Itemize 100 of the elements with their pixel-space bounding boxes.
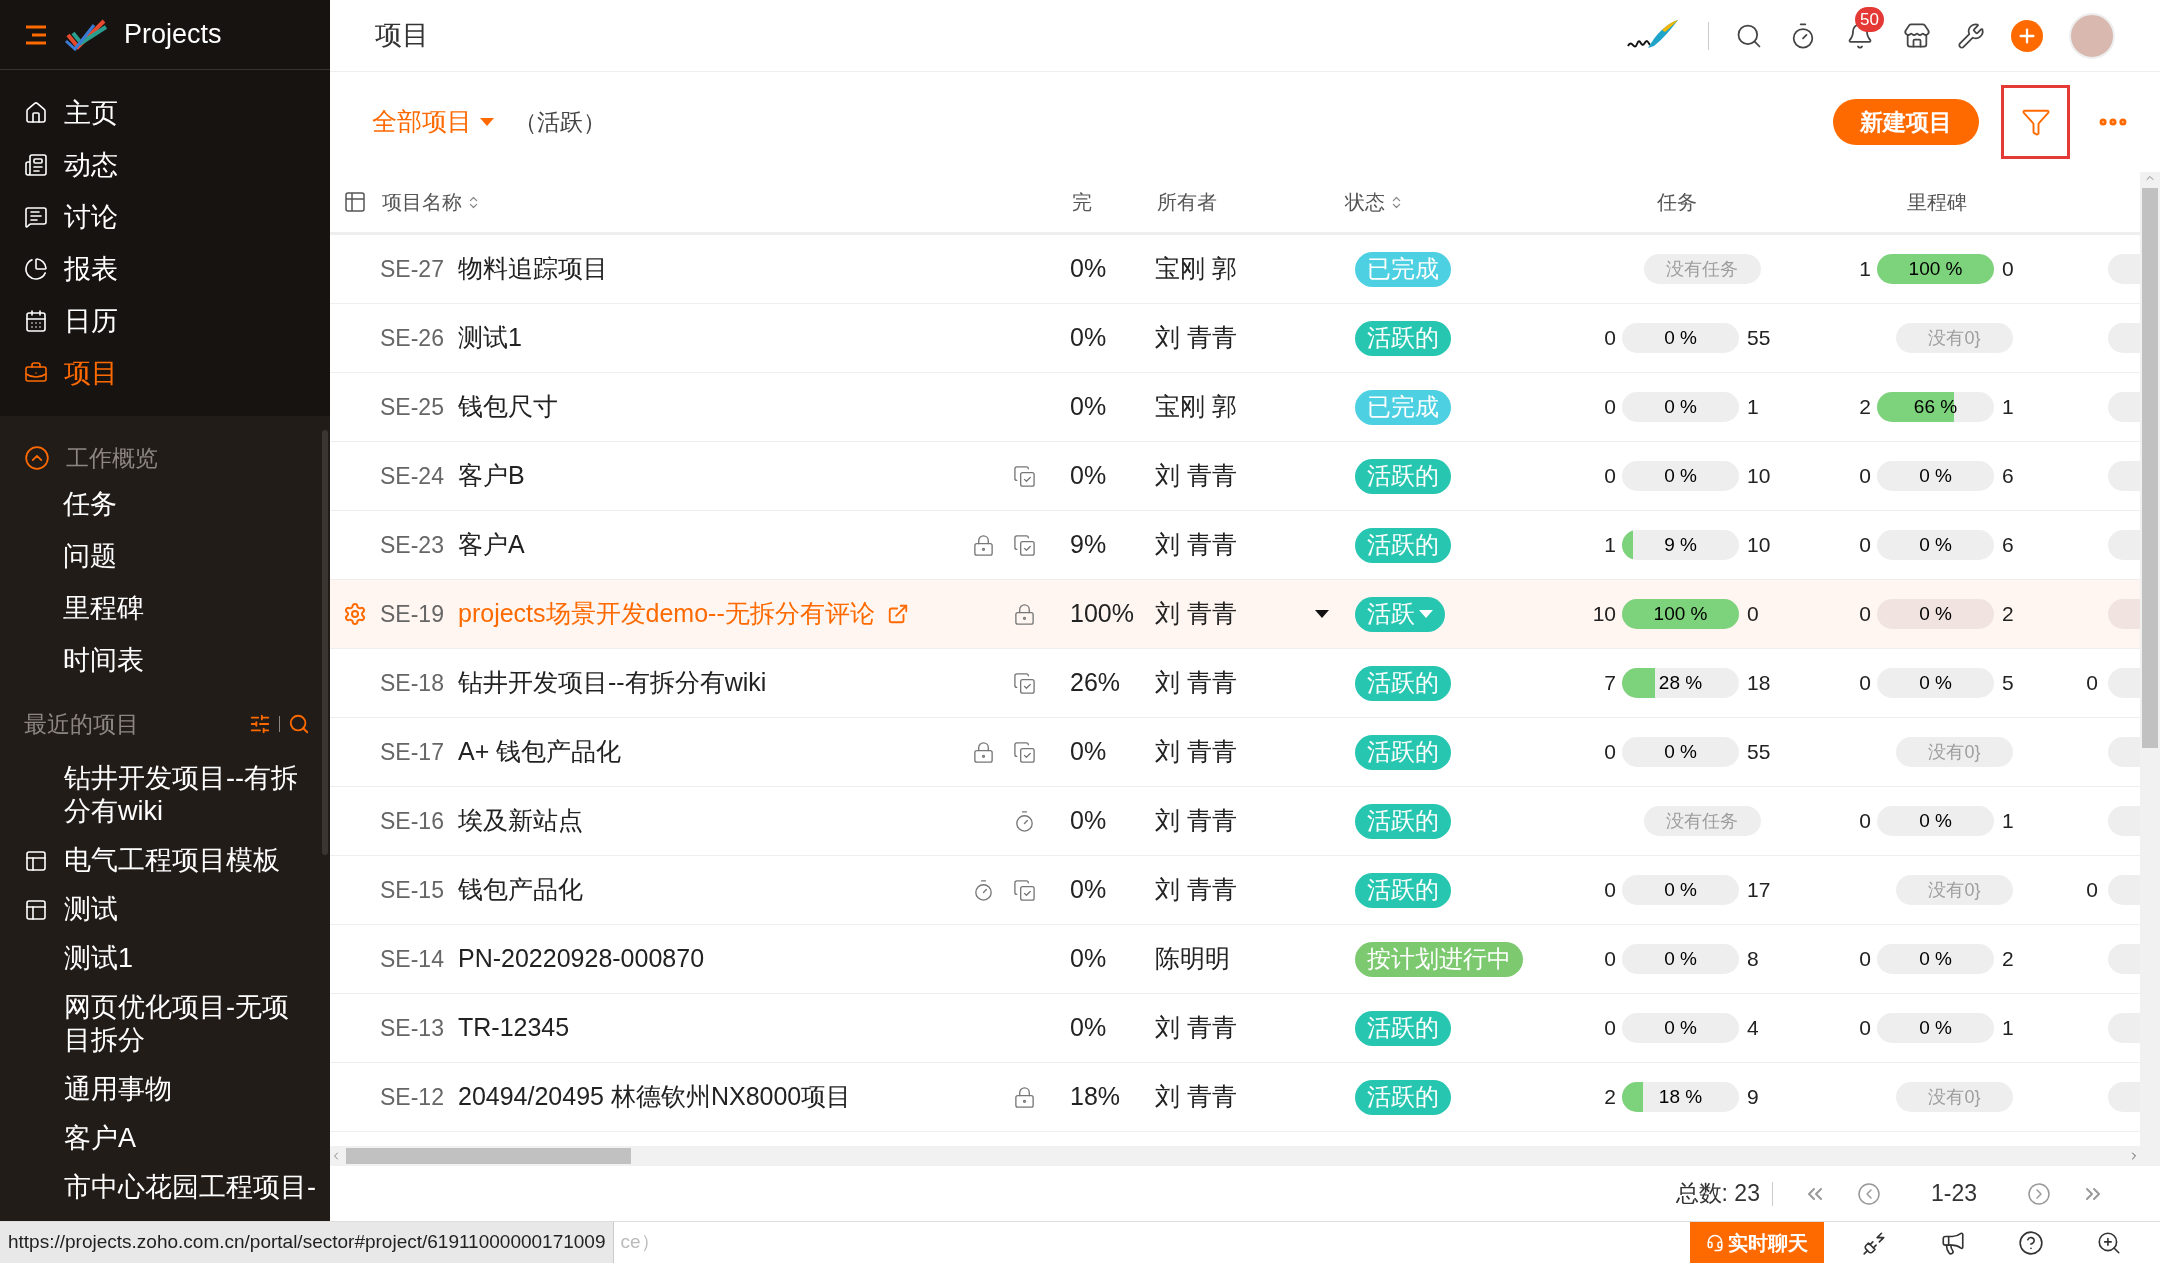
timer-icon[interactable] (1013, 809, 1036, 833)
nav-item[interactable]: 报表 (0, 243, 330, 295)
nav-item[interactable]: 任务 (0, 478, 330, 530)
project-name[interactable]: 测试1 (458, 319, 522, 357)
completion: 0% (1069, 874, 1108, 906)
add-button[interactable] (2011, 19, 2043, 52)
copy-check-icon[interactable] (1013, 464, 1036, 488)
closed-count: 10 (1746, 532, 1771, 559)
column-header[interactable]: 状态 (1345, 187, 1385, 217)
project-link[interactable]: 钻井开发项目--有拆分有wiki (64, 762, 322, 828)
next-page-icon[interactable] (2027, 1181, 2051, 1206)
app-title: Projects (124, 18, 222, 52)
newspaper-icon (24, 153, 48, 177)
filter-icon[interactable] (249, 713, 271, 735)
project-link[interactable]: 测试 (64, 893, 134, 926)
owner: 刘 青青 (1154, 529, 1238, 561)
project-name[interactable]: 客户B (458, 457, 525, 495)
closed-count: 10 (1746, 463, 1771, 490)
open-count: 0 (1603, 946, 1617, 973)
help-icon[interactable] (2018, 1229, 2044, 1256)
completion: 0% (1069, 460, 1108, 492)
project-name[interactable]: 埃及新站点 (458, 802, 583, 840)
copy-check-icon[interactable] (1013, 671, 1036, 695)
project-name[interactable]: A+ 钱包产品化 (458, 733, 622, 771)
project-link[interactable]: 网页优化项目-无项目拆分 (64, 991, 322, 1057)
lock-icon[interactable] (1013, 602, 1036, 626)
menu-icon[interactable] (24, 24, 48, 45)
collapse-icon[interactable] (24, 445, 50, 471)
project-name[interactable]: PN-20220928-000870 (458, 940, 705, 978)
open-count: 0 (1858, 532, 1872, 559)
project-link[interactable]: 客户A (64, 1122, 152, 1155)
closed-count: 1 (2001, 808, 2014, 835)
closed-count: 6 (2001, 463, 2014, 490)
project-name[interactable]: 客户A (458, 526, 525, 564)
project-link[interactable]: 电气工程项目模板 (64, 844, 296, 877)
empty-label: 没有0} (1896, 1082, 2013, 1112)
nav-item[interactable]: 里程碑 (0, 582, 330, 634)
project-name[interactable]: 钻井开发项目--有拆分有wiki (458, 664, 767, 702)
nav-item[interactable]: 问题 (0, 530, 330, 582)
caret-icon[interactable] (1315, 610, 1329, 618)
project-link[interactable]: 市中心花园工程项目- (64, 1171, 316, 1204)
settings-icon[interactable] (343, 602, 367, 626)
external-link-icon[interactable] (886, 603, 909, 625)
project-link[interactable]: 测试1 (64, 942, 150, 975)
empty-label: 没有0} (1896, 323, 2013, 353)
closed-count: 55 (1746, 325, 1771, 352)
caret-icon (1419, 610, 1433, 619)
page-title: 项目 (375, 19, 430, 53)
project-id: SE-27 (380, 254, 445, 284)
open-count: 0 (1858, 670, 1872, 697)
lock-icon[interactable] (972, 740, 995, 764)
progress-text: 100 % (1653, 603, 1708, 625)
nav-item[interactable]: 时间表 (0, 634, 330, 686)
project-name[interactable]: TR-12345 (458, 1009, 570, 1047)
horizontal-scrollbar[interactable] (346, 1148, 631, 1164)
timer-icon[interactable] (972, 878, 995, 902)
headset-icon (1706, 1233, 1724, 1252)
nav-item[interactable]: 日历 (0, 295, 330, 347)
progress-text: 0 % (1664, 1017, 1697, 1039)
lock-icon[interactable] (1013, 1085, 1036, 1109)
progress-text: 0 % (1664, 396, 1697, 418)
project-name[interactable]: 钱包产品化 (458, 871, 583, 909)
briefcase-icon (24, 361, 48, 385)
completion: 0% (1069, 322, 1108, 354)
owner: 刘 青青 (1154, 322, 1238, 354)
chat-icon (24, 205, 48, 229)
filter-button[interactable] (2001, 85, 2070, 159)
vertical-scrollbar[interactable] (2142, 188, 2158, 748)
store-icon[interactable] (1903, 21, 1931, 50)
completion: 0% (1069, 391, 1108, 423)
open-count: 7 (1603, 670, 1617, 697)
copy-check-icon[interactable] (1013, 740, 1036, 764)
column-header[interactable]: 项目名称 (382, 187, 462, 217)
nav-item[interactable]: 主页 (0, 87, 330, 139)
project-id: SE-24 (380, 461, 445, 491)
project-name[interactable]: 20494/20495 林德钦州NX8000项目 (458, 1078, 852, 1116)
copy-check-icon[interactable] (1013, 878, 1036, 902)
table-row[interactable]: SE-19 projects场景开发demo--无拆分有评论 100% 刘 青青 活跃 10 100 % 0 0 0 % 2 (330, 580, 2140, 649)
status-badge: 已完成 (1355, 251, 1451, 287)
progress-text: 9 % (1664, 534, 1697, 556)
previous-page-icon[interactable] (1856, 1181, 1881, 1206)
progress-text: 28 % (1658, 672, 1703, 694)
nav-item[interactable]: 动态 (0, 139, 330, 191)
tools-icon[interactable] (1957, 21, 1985, 50)
megaphone-icon[interactable] (1940, 1229, 1966, 1256)
closed-count: 2 (2001, 946, 2014, 973)
lock-icon[interactable] (972, 533, 995, 557)
column-settings-icon[interactable] (343, 190, 367, 214)
copy-check-icon[interactable] (1013, 533, 1036, 557)
project-link[interactable]: 通用事物 (64, 1073, 188, 1106)
open-count: 1 (1603, 532, 1617, 559)
nav-item[interactable]: 讨论 (0, 191, 330, 243)
search-icon[interactable] (288, 713, 310, 735)
progress-text: 0 % (1919, 534, 1952, 556)
project-id: SE-15 (380, 875, 445, 905)
closed-count: 17 (1746, 877, 1771, 904)
project-name[interactable]: 钱包尺寸 (458, 388, 558, 426)
nav-item[interactable]: 项目 (0, 347, 330, 399)
closed-count: 55 (1746, 739, 1771, 766)
project-name[interactable]: 物料追踪项目 (458, 250, 608, 288)
